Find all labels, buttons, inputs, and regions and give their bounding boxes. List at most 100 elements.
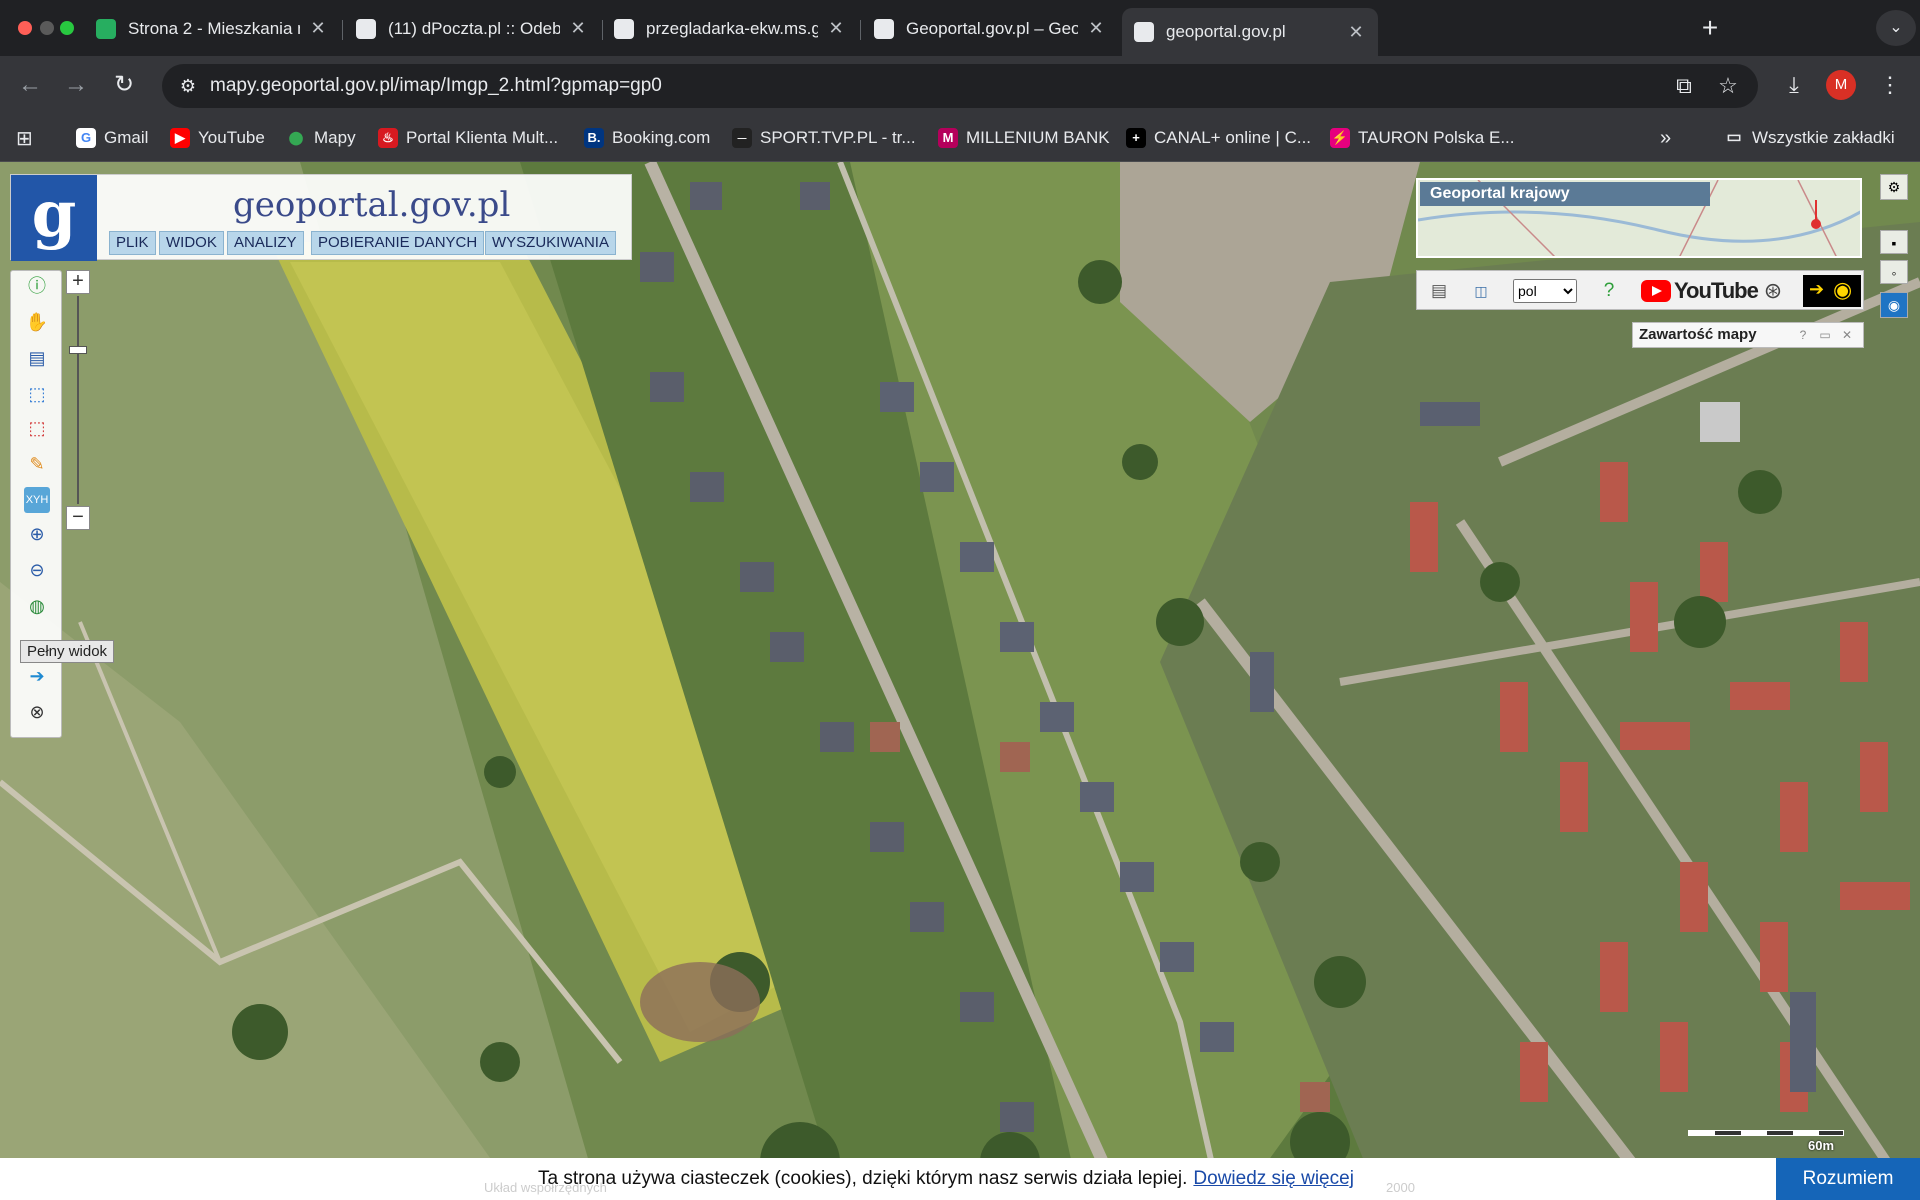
- browser-tab[interactable]: przegladarka-ekw.ms.gov.pl/ ✕: [602, 10, 858, 47]
- side-toggle-icon[interactable]: ◦: [1880, 260, 1908, 284]
- more-bookmarks-icon[interactable]: »: [1660, 126, 1671, 150]
- close-tab-icon[interactable]: ✕: [308, 18, 328, 39]
- info-icon[interactable]: ⓘ: [24, 273, 50, 299]
- downloads-icon[interactable]: ⤓: [1778, 69, 1810, 101]
- maximize-window-button[interactable]: [60, 21, 74, 35]
- close-tab-icon[interactable]: ✕: [826, 18, 846, 39]
- menu-analizy[interactable]: ANALIZY: [227, 231, 304, 255]
- bookmark-tauron[interactable]: ⚡ TAURON Polska E...: [1330, 126, 1515, 150]
- next-view-arrow-icon[interactable]: ➔: [24, 663, 50, 689]
- folder-icon: ▭: [1726, 129, 1742, 146]
- url-text[interactable]: mapy.geoportal.gov.pl/imap/Imgp_2.html?g…: [210, 75, 662, 97]
- coordinate-system-code: 2000: [1386, 1180, 1415, 1195]
- zoom-in-button[interactable]: +: [66, 270, 90, 294]
- overview-map[interactable]: Geoportal krajowy: [1416, 178, 1862, 258]
- zoom-slider-thumb[interactable]: [69, 346, 87, 354]
- bookmark-gmail[interactable]: G Gmail: [76, 126, 148, 150]
- minimize-window-button[interactable]: [40, 21, 54, 35]
- zoom-out-magnifier-icon[interactable]: ⊖: [24, 557, 50, 583]
- site-info-icon[interactable]: ⚙: [176, 74, 200, 98]
- bookmark-millenium[interactable]: M MILLENIUM BANK: [938, 126, 1110, 150]
- tab-favicon-icon: [874, 18, 894, 39]
- youtube-channel-link[interactable]: YouTube: [1641, 277, 1759, 305]
- pan-hand-icon[interactable]: ✋: [24, 309, 50, 335]
- menu-plik[interactable]: PLIK: [109, 231, 156, 255]
- zoom-in-magnifier-icon[interactable]: ⊕: [24, 521, 50, 547]
- tab-title: geoportal.gov.pl: [1166, 22, 1286, 41]
- zoom-out-button[interactable]: −: [66, 506, 90, 530]
- new-tab-button[interactable]: +: [1692, 10, 1728, 46]
- zoom-slider-track[interactable]: [77, 296, 79, 504]
- close-tab-icon[interactable]: ✕: [1346, 22, 1366, 43]
- help-icon[interactable]: ?: [1597, 279, 1621, 303]
- browser-tab-strip: Strona 2 - Mieszkania na spra ✕ (11) dPo…: [0, 0, 1920, 56]
- map-contents-title: Zawartość mapy: [1639, 326, 1757, 343]
- menu-widok[interactable]: WIDOK: [159, 231, 224, 255]
- settings-gears-icon[interactable]: ⚙: [1880, 174, 1908, 200]
- cookie-learn-more-link[interactable]: Dowiedz się więcej: [1193, 1168, 1354, 1189]
- full-view-globe-icon[interactable]: ◍: [24, 593, 50, 619]
- youtube-label: YouTube: [1674, 278, 1759, 303]
- address-bar[interactable]: ⚙ mapy.geoportal.gov.pl/imap/Imgp_2.html…: [162, 64, 1758, 108]
- tab-favicon-icon: [96, 18, 116, 39]
- xyh-coordinates-icon[interactable]: XYH: [24, 487, 50, 513]
- booking-icon: B.: [584, 128, 604, 148]
- back-button[interactable]: ←: [12, 67, 48, 103]
- bookmark-mapy[interactable]: ⬤ Mapy: [286, 126, 356, 150]
- tab-search-button[interactable]: ⌄: [1876, 10, 1916, 46]
- browser-tab-active[interactable]: geoportal.gov.pl ✕: [1122, 8, 1378, 56]
- menu-pobieranie-danych[interactable]: POBIERANIE DANYCH: [311, 231, 485, 255]
- bookmark-label: Gmail: [104, 128, 149, 147]
- bookmark-label: MILLENIUM BANK: [966, 128, 1110, 147]
- contrast-mode-button[interactable]: ➔ ◉: [1803, 275, 1861, 307]
- bookmark-star-icon[interactable]: ☆: [1712, 70, 1744, 102]
- zoom-slider[interactable]: + −: [66, 270, 90, 532]
- tauron-icon: ⚡: [1330, 128, 1350, 148]
- pencil-measure-icon[interactable]: ✎: [24, 451, 50, 477]
- browser-tab[interactable]: (11) dPoczta.pl :: Odebrane ✕: [344, 10, 600, 47]
- bookmark-booking[interactable]: B. Booking.com: [584, 126, 710, 150]
- bookmark-label: TAURON Polska E...: [1358, 128, 1515, 147]
- multimedia-icon: ♨: [378, 128, 398, 148]
- accessibility-icon[interactable]: ⊛: [1761, 279, 1785, 303]
- cookie-accept-button[interactable]: Rozumiem: [1776, 1158, 1920, 1200]
- scale-bar: 60m: [1688, 1124, 1844, 1160]
- select-area-icon[interactable]: ⬚: [24, 381, 50, 407]
- profile-avatar[interactable]: M: [1826, 70, 1856, 100]
- all-bookmarks-button[interactable]: ▭ Wszystkie zakładki: [1724, 126, 1894, 150]
- menu-wyszukiwania[interactable]: WYSZUKIWANIA: [485, 231, 616, 255]
- browser-menu-icon[interactable]: ⋮: [1874, 69, 1906, 101]
- bookmark-label: CANAL+ online | C...: [1154, 128, 1312, 147]
- clear-selection-icon[interactable]: ⬚: [24, 415, 50, 441]
- close-tab-icon[interactable]: ✕: [568, 18, 588, 39]
- browser-tab[interactable]: Strona 2 - Mieszkania na spra ✕: [84, 10, 340, 47]
- bookmark-sport-tvp[interactable]: — SPORT.TVP.PL - tr...: [732, 126, 916, 150]
- close-panel-icon[interactable]: ✕: [1839, 327, 1855, 343]
- bookmark-label: YouTube: [198, 128, 265, 147]
- help-small-icon[interactable]: ?: [1795, 327, 1811, 343]
- printer-icon[interactable]: ▤: [1427, 279, 1451, 303]
- browser-tab[interactable]: Geoportal.gov.pl – Geoportal ✕: [862, 10, 1118, 47]
- clear-map-icon[interactable]: ⊗: [24, 699, 50, 725]
- maximize-panel-icon[interactable]: ▭: [1817, 327, 1833, 343]
- forward-button[interactable]: →: [58, 67, 94, 103]
- map-canvas[interactable]: g geoportal.gov.pl PLIK WIDOK ANALIZY PO…: [0, 162, 1920, 1200]
- close-tab-icon[interactable]: ✕: [1086, 18, 1106, 39]
- bookmark-label: Booking.com: [612, 128, 711, 147]
- map-contents-panel[interactable]: Zawartość mapy ? ▭ ✕: [1632, 322, 1864, 348]
- bookmark-youtube[interactable]: ▶ YouTube: [170, 126, 265, 150]
- visibility-eye-icon[interactable]: ◉: [1880, 292, 1908, 318]
- bookmark-portal-klienta[interactable]: ♨ Portal Klienta Mult...: [378, 126, 558, 150]
- apps-grid-icon[interactable]: ⊞: [16, 126, 33, 150]
- side-toggle-icon[interactable]: ▪: [1880, 230, 1908, 254]
- tab-separator: [860, 20, 861, 40]
- bookmark-canal-plus[interactable]: + CANAL+ online | C...: [1126, 126, 1311, 150]
- canal-plus-icon: +: [1126, 128, 1146, 148]
- wms-layers-icon[interactable]: ◫: [1469, 279, 1493, 303]
- language-select[interactable]: pol: [1513, 279, 1577, 303]
- legend-list-icon[interactable]: ▤: [24, 345, 50, 371]
- reload-button[interactable]: ↻: [106, 67, 142, 103]
- geoportal-logo-icon[interactable]: g: [11, 175, 97, 261]
- install-app-icon[interactable]: ⧉: [1668, 70, 1700, 102]
- close-window-button[interactable]: [18, 21, 32, 35]
